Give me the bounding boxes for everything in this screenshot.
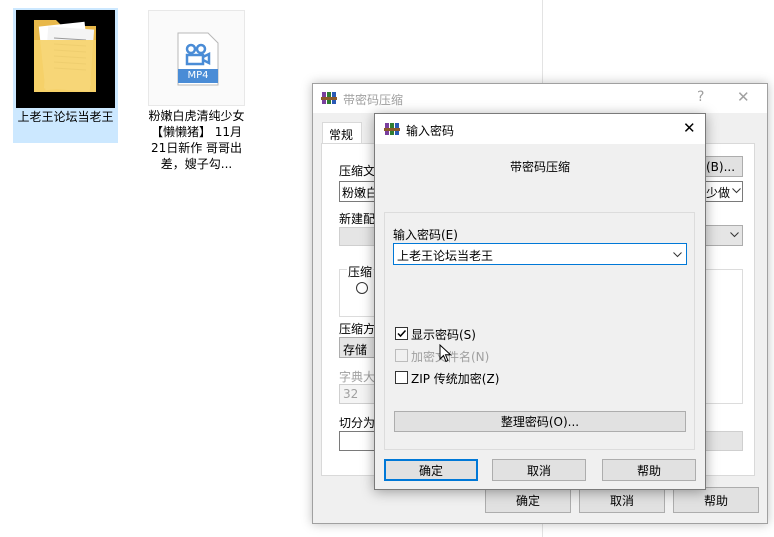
close-icon[interactable]: ✕: [737, 88, 750, 106]
encrypt-names-checkbox[interactable]: [395, 349, 408, 362]
archive-name-label: 压缩文: [339, 164, 376, 178]
split-right[interactable]: [705, 431, 743, 451]
back-cancel-button[interactable]: 取消: [579, 487, 665, 513]
method-value: 存储: [343, 343, 368, 357]
desktop-mp4-item[interactable]: MP4 粉嫩白虎清纯少女【懒懒猪】 11月21日新作 哥哥出差，嫂子勾...: [148, 10, 246, 175]
front-cancel-button[interactable]: 取消: [492, 459, 586, 481]
mouse-cursor-icon: [439, 344, 452, 363]
check-icon: [397, 329, 407, 338]
front-help-label: 帮助: [636, 463, 661, 478]
chevron-down-icon: [730, 232, 739, 238]
organize-passwords-button[interactable]: 整理密码(O)...: [394, 411, 686, 432]
archive-name-value: 粉嫩白: [342, 186, 379, 200]
dialog-heading: 带密码压缩: [509, 160, 570, 174]
back-cancel-label: 取消: [609, 493, 634, 508]
profile-combo-right[interactable]: [705, 225, 743, 246]
back-ok-button[interactable]: 确定: [485, 487, 571, 513]
back-help-button[interactable]: 帮助: [673, 487, 759, 513]
folder-icon: [16, 10, 115, 108]
new-profile-label: 新建配: [339, 212, 376, 226]
show-password-label: 显示密码(S): [411, 328, 476, 342]
password-dialog: 输入密码 ✕ 带密码压缩 输入密码(E) 上老王论坛当老王 显示密码(S) 加密…: [374, 113, 706, 490]
password-label: 输入密码(E): [393, 228, 458, 242]
mp4-file-icon: MP4: [148, 10, 245, 106]
chevron-down-icon: [732, 188, 741, 194]
help-icon[interactable]: ?: [697, 89, 704, 105]
password-input[interactable]: 上老王论坛当老王: [393, 243, 687, 265]
back-help-label: 帮助: [703, 493, 728, 508]
back-dialog-title: 带密码压缩: [343, 93, 404, 107]
method-label: 压缩方: [339, 322, 376, 336]
back-ok-label: 确定: [515, 493, 540, 508]
right-group: [705, 269, 743, 404]
mp4-badge: MP4: [187, 70, 209, 81]
tab-general-label: 常规: [329, 128, 354, 142]
dict-label: 字典大: [339, 370, 376, 384]
radio-option[interactable]: [356, 282, 368, 294]
browse-label: (B)...: [706, 159, 736, 174]
front-cancel-label: 取消: [526, 463, 551, 478]
right-combo-value: 少做: [706, 186, 731, 200]
zip-legacy-label: ZIP 传统加密(Z): [411, 372, 500, 386]
front-ok-button[interactable]: 确定: [384, 459, 478, 481]
close-icon[interactable]: ✕: [683, 119, 696, 137]
browse-button[interactable]: (B)...: [705, 156, 743, 177]
mp4-label: 粉嫩白虎清纯少女【懒懒猪】 11月21日新作 哥哥出差，嫂子勾...: [148, 109, 245, 171]
folder-label: 上老王论坛当老王: [17, 110, 114, 124]
organize-label: 整理密码(O)...: [500, 415, 580, 429]
desktop-folder-item[interactable]: 上老王论坛当老王: [13, 8, 118, 143]
split-label: 切分为: [339, 416, 376, 430]
zip-legacy-checkbox[interactable]: [395, 371, 408, 384]
front-help-button[interactable]: 帮助: [602, 459, 696, 481]
right-combo[interactable]: 少做: [705, 181, 743, 202]
password-dialog-title: 输入密码: [406, 124, 455, 138]
tab-general[interactable]: 常规: [322, 122, 362, 144]
winrar-icon: [321, 90, 337, 106]
chevron-down-icon: [673, 252, 682, 258]
compress-group-label: 压缩: [347, 263, 374, 280]
show-password-checkbox[interactable]: [395, 327, 408, 340]
password-value: 上老王论坛当老王: [397, 249, 494, 263]
winrar-icon: [384, 121, 400, 137]
dict-value: 32: [343, 387, 359, 401]
front-ok-label: 确定: [418, 463, 443, 478]
